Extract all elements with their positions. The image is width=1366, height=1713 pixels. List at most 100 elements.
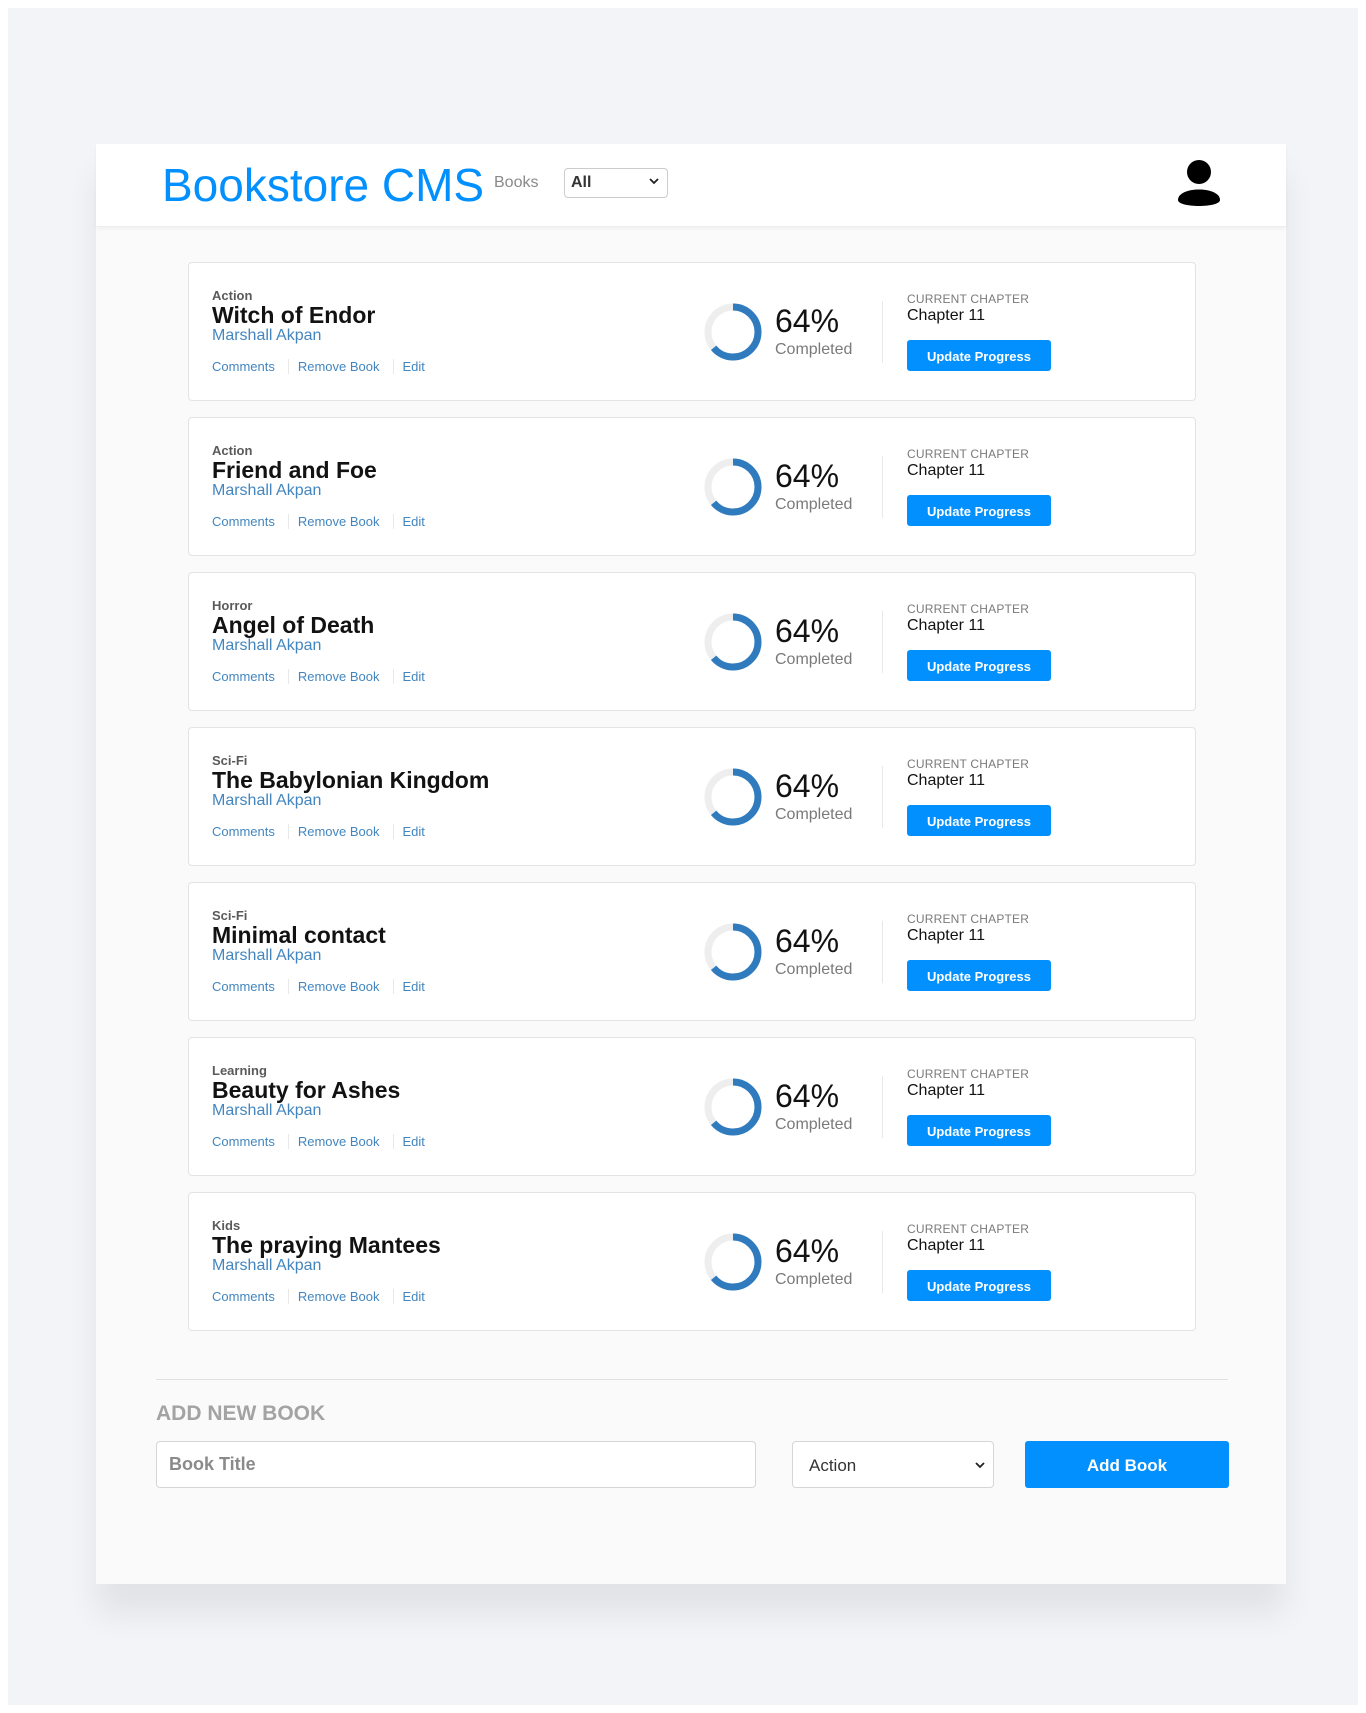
book-title-input[interactable] [156,1441,756,1488]
book-genre: Horror [212,598,253,613]
vertical-divider [882,1231,883,1293]
progress-percent: 64% [775,923,840,959]
comments-link[interactable]: Comments [212,1134,275,1149]
action-separator [392,359,394,374]
comments-link[interactable]: Comments [212,514,275,529]
edit-link[interactable]: Edit [403,1289,425,1304]
remove-book-link[interactable]: Remove Book [298,669,380,684]
vertical-divider [882,1076,883,1138]
progress-percent: 64% [775,613,840,649]
book-author[interactable]: Marshall Akpan [212,1102,321,1120]
nav-link-books[interactable]: Books [494,174,538,192]
action-separator [392,1134,394,1149]
update-progress-button[interactable]: Update Progress [907,1270,1051,1301]
book-list: Action Witch of Endor Marshall Akpan Commen… [188,262,1196,1347]
progress-ring [704,768,762,826]
add-book-heading: ADD NEW BOOK [156,1402,326,1425]
book-category-select[interactable]: Action [792,1441,994,1488]
current-chapter-value: Chapter 11 [907,927,985,944]
edit-link[interactable]: Edit [403,979,425,994]
current-chapter-value: Chapter 11 [907,462,985,479]
book-genre: Sci-Fi [212,908,248,923]
book-author[interactable]: Marshall Akpan [212,637,321,655]
book-author[interactable]: Marshall Akpan [212,482,321,500]
book-author[interactable]: Marshall Akpan [212,1257,321,1275]
action-separator [287,824,289,839]
vertical-divider [882,611,883,673]
remove-book-link[interactable]: Remove Book [298,979,380,994]
edit-link[interactable]: Edit [403,359,425,374]
comments-link[interactable]: Comments [212,1289,275,1304]
book-title: Minimal contact [212,922,386,948]
book-title: Angel of Death [212,612,375,638]
progress-percent: 64% [775,1078,840,1114]
current-chapter-label: CURRENT CHAPTER [907,1067,1030,1081]
update-progress-button[interactable]: Update Progress [907,340,1051,371]
comments-link[interactable]: Comments [212,824,275,839]
update-progress-button[interactable]: Update Progress [907,1115,1051,1146]
user-icon[interactable] [1176,158,1222,208]
remove-book-link[interactable]: Remove Book [298,514,380,529]
progress-status: Completed [775,1271,853,1288]
comments-link[interactable]: Comments [212,669,275,684]
chevron-down-icon [649,178,659,185]
book-genre: Learning [212,1063,267,1078]
book-author[interactable]: Marshall Akpan [212,792,321,810]
edit-link[interactable]: Edit [403,1134,425,1149]
edit-link[interactable]: Edit [403,824,425,839]
edit-link[interactable]: Edit [403,669,425,684]
book-title: Friend and Foe [212,457,377,483]
progress-ring [704,1233,762,1291]
book-actions: Comments Remove Book Edit [212,669,425,684]
chevron-down-icon [975,1462,985,1469]
app-logo[interactable]: Bookstore CMS [162,160,484,210]
current-chapter-label: CURRENT CHAPTER [907,757,1030,771]
book-author[interactable]: Marshall Akpan [212,947,321,965]
remove-book-link[interactable]: Remove Book [298,824,380,839]
action-separator [287,1134,289,1149]
category-filter-select[interactable]: All [564,168,668,198]
remove-book-link[interactable]: Remove Book [298,1134,380,1149]
book-card: Sci-Fi Minimal contact Marshall Akpan Comme… [188,882,1196,1021]
progress-status: Completed [775,961,853,978]
progress-status: Completed [775,806,853,823]
action-separator [392,824,394,839]
main-panel: Bookstore CMS Books All Action Witch of E… [96,144,1286,1584]
book-card: Action Witch of Endor Marshall Akpan Commen… [188,262,1196,401]
vertical-divider [882,456,883,518]
current-chapter-value: Chapter 11 [907,1082,985,1099]
progress-status: Completed [775,496,853,513]
book-actions: Comments Remove Book Edit [212,514,425,529]
book-author[interactable]: Marshall Akpan [212,327,321,345]
action-separator [287,514,289,529]
update-progress-button[interactable]: Update Progress [907,650,1051,681]
vertical-divider [882,301,883,363]
progress-status: Completed [775,1116,853,1133]
update-progress-button[interactable]: Update Progress [907,960,1051,991]
book-genre: Action [212,288,253,303]
remove-book-link[interactable]: Remove Book [298,1289,380,1304]
update-progress-button[interactable]: Update Progress [907,495,1051,526]
current-chapter-value: Chapter 11 [907,772,985,789]
book-category-value: Action [809,1456,857,1475]
book-actions: Comments Remove Book Edit [212,359,425,374]
book-actions: Comments Remove Book Edit [212,979,425,994]
progress-ring [704,613,762,671]
comments-link[interactable]: Comments [212,359,275,374]
edit-link[interactable]: Edit [403,514,425,529]
update-progress-button[interactable]: Update Progress [907,805,1051,836]
remove-book-link[interactable]: Remove Book [298,359,380,374]
book-actions: Comments Remove Book Edit [212,824,425,839]
book-card: Learning Beauty for Ashes Marshall Akpan Co… [188,1037,1196,1176]
progress-percent: 64% [775,1233,840,1269]
current-chapter-value: Chapter 11 [907,1237,985,1254]
page-background: Bookstore CMS Books All Action Witch of E… [8,8,1358,1705]
add-book-button[interactable]: Add Book [1025,1441,1229,1488]
current-chapter-label: CURRENT CHAPTER [907,447,1030,461]
comments-link[interactable]: Comments [212,979,275,994]
divider [156,1379,1228,1380]
progress-percent: 64% [775,303,840,339]
current-chapter-value: Chapter 11 [907,617,985,634]
action-separator [392,979,394,994]
action-separator [287,669,289,684]
